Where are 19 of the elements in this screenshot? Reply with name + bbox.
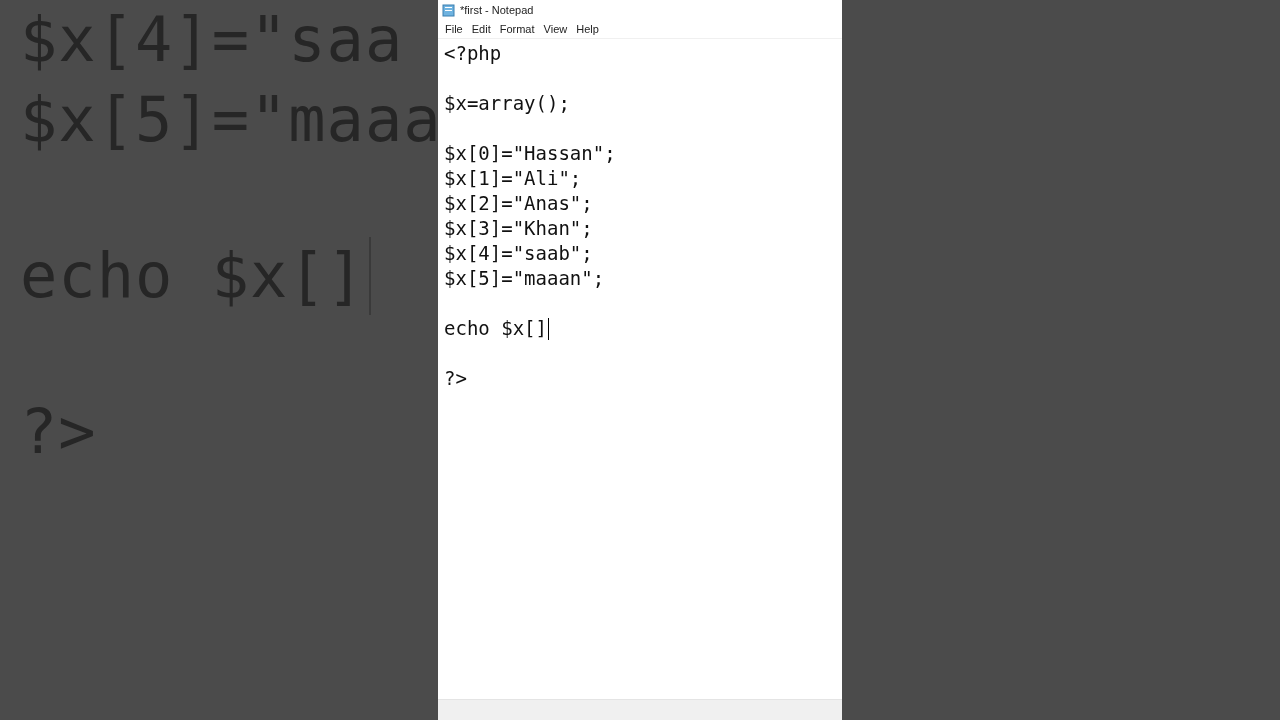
menu-item[interactable]: View [543, 23, 568, 35]
code-line: $x[3]="Khan"; [444, 216, 593, 241]
code-line: ?> [444, 366, 467, 391]
menu-item[interactable]: Format [499, 23, 535, 35]
code-line: $x=array(); [444, 91, 570, 116]
code-line: echo $x[] [444, 316, 547, 341]
code-line: $x[5]="maaan"; [444, 266, 605, 291]
code-line: $x[1]="Ali"; [444, 166, 582, 191]
code-line: $x[4]="saab"; [444, 241, 593, 266]
code-line: $x[2]="Anas"; [444, 191, 593, 216]
notepad-icon [442, 3, 455, 17]
menu-item[interactable]: Edit [471, 23, 491, 35]
menu-item[interactable]: File [445, 23, 463, 35]
window-title: *first - Notepad [460, 4, 534, 16]
code-line: <?php [444, 41, 502, 66]
blurred-code-line: ?> [20, 404, 97, 460]
menu-item[interactable]: Help [576, 23, 599, 35]
text-editor[interactable]: <?php $x=array(); $x[0]="Hassan"; $x[1]="Ali"; $x[2]="Anas"; $x[3]="Khan"; $x[4]="saab"; $x[5]="maaan"; echo $x[] ?> [438, 39, 842, 699]
code-line: $x[0]="Hassan"; [444, 141, 616, 166]
